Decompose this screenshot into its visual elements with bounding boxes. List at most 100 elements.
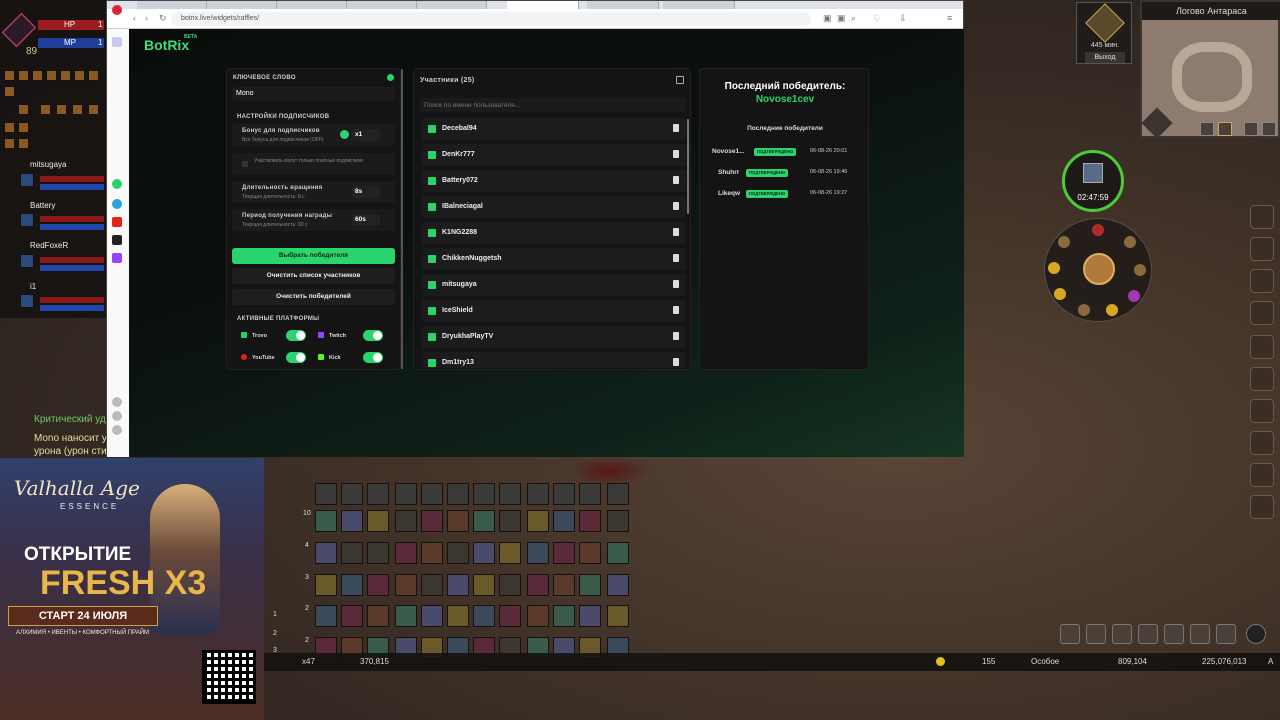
skill-slot-icon[interactable] (367, 542, 389, 564)
hotbar-page-number[interactable]: 1 (273, 611, 277, 618)
player-portrait[interactable] (1, 12, 37, 48)
trash-icon[interactable] (673, 228, 679, 236)
skill-slot-icon[interactable] (579, 605, 601, 627)
wheel-slot-icon[interactable] (1127, 289, 1141, 303)
menu-icon[interactable] (1250, 335, 1274, 359)
hotbar-toolbar-icon[interactable] (473, 483, 495, 505)
promo-banner[interactable]: Valhalla Age ESSENCE ОТКРЫТИЕ FRESH X3 С… (0, 458, 264, 720)
home-icon[interactable] (112, 37, 122, 47)
participant-row[interactable]: Decebal94 (422, 118, 686, 140)
browser-tab[interactable] (417, 1, 487, 9)
skill-slot-icon[interactable] (367, 510, 389, 532)
exit-button[interactable]: Выход (1085, 52, 1125, 63)
heart-icon[interactable]: ♡ (873, 13, 881, 24)
event-timer[interactable]: 02:47:59 (1062, 150, 1124, 212)
menu-icon[interactable] (1250, 463, 1274, 487)
browser-tab[interactable] (507, 1, 579, 9)
participant-search-input[interactable] (420, 98, 686, 112)
skill-slot-icon[interactable] (315, 510, 337, 532)
skill-slot-icon[interactable] (499, 605, 521, 627)
hotbar-toolbar-icon[interactable] (315, 483, 337, 505)
party-member-name[interactable]: i1 (30, 282, 36, 291)
skill-slot-icon[interactable] (473, 510, 495, 532)
skill-slot-icon[interactable] (447, 510, 469, 532)
skill-slot-icon[interactable] (341, 605, 363, 627)
skill-slot-icon[interactable] (395, 542, 417, 564)
paid-only-checkbox[interactable] (242, 161, 248, 167)
menu-icon[interactable] (1250, 367, 1274, 391)
skill-slot-icon[interactable] (421, 542, 443, 564)
trash-icon[interactable] (673, 202, 679, 210)
sidebar-app-icon[interactable] (112, 179, 122, 189)
skill-slot-icon[interactable] (499, 574, 521, 596)
menu-icon[interactable] (1060, 624, 1080, 644)
skill-slot-icon[interactable] (499, 542, 521, 564)
wheel-center-icon[interactable] (1083, 253, 1115, 285)
trash-icon[interactable] (673, 176, 679, 184)
trash-icon[interactable] (673, 306, 679, 314)
minimap[interactable]: Логово Антараса (1140, 0, 1280, 139)
download-icon[interactable]: ⇩ (899, 13, 907, 24)
skill-slot-icon[interactable] (315, 542, 337, 564)
browser-tab[interactable] (137, 1, 207, 9)
menu-icon[interactable] (1250, 205, 1274, 229)
browser-tab[interactable] (207, 1, 277, 9)
minimap-close-icon[interactable] (1218, 122, 1232, 136)
skill-slot-icon[interactable] (527, 574, 549, 596)
skill-slot-icon[interactable] (447, 542, 469, 564)
skill-slot-icon[interactable] (553, 542, 575, 564)
wheel-slot-icon[interactable] (1123, 235, 1137, 249)
keyword-input[interactable]: Mono (232, 87, 395, 101)
hotbar-toolbar-icon[interactable] (421, 483, 443, 505)
participant-row[interactable]: K1NG2288 (422, 222, 686, 244)
browser-tab[interactable] (587, 1, 659, 9)
minimap-zoom-icon[interactable] (1200, 122, 1214, 136)
settings-scrollbar[interactable] (401, 69, 403, 369)
trash-icon[interactable] (673, 150, 679, 158)
skill-slot-icon[interactable] (527, 605, 549, 627)
clear-participants-button[interactable]: Очистить список участников (232, 268, 395, 284)
hotbar-page-number[interactable]: 2 (273, 630, 277, 637)
twitch-icon[interactable] (112, 253, 122, 263)
brand-logo[interactable]: BotRix (144, 37, 189, 53)
skill-slot-icon[interactable] (421, 605, 443, 627)
skill-slot-icon[interactable] (473, 542, 495, 564)
clear-winners-button[interactable]: Очистить победителей (232, 289, 395, 305)
minimap-compass-icon[interactable] (1141, 107, 1173, 139)
reload-icon[interactable]: ↻ (159, 13, 167, 24)
discord-icon[interactable] (112, 235, 122, 245)
skill-slot-icon[interactable] (395, 574, 417, 596)
period-select[interactable]: 60s (352, 214, 380, 226)
bonus-info-icon[interactable] (340, 130, 349, 139)
skill-slot-icon[interactable] (607, 574, 629, 596)
hotbar-toolbar-icon[interactable] (579, 483, 601, 505)
skill-slot-icon[interactable] (341, 542, 363, 564)
extension-icon[interactable]: ▣ (823, 13, 832, 24)
menu-icon[interactable] (1086, 624, 1106, 644)
hotbar-toolbar-icon[interactable] (447, 483, 469, 505)
participant-row[interactable]: IceShield (422, 300, 686, 322)
skill-slot-icon[interactable] (473, 574, 495, 596)
kick-toggle[interactable] (363, 352, 383, 363)
skill-slot-icon[interactable] (579, 510, 601, 532)
menu-icon[interactable] (1250, 301, 1274, 325)
menu-icon[interactable] (1250, 237, 1274, 261)
skill-slot-icon[interactable] (367, 574, 389, 596)
party-member-name[interactable]: Battery (30, 201, 55, 210)
bonus-select[interactable]: x1 (352, 129, 380, 141)
back-icon[interactable]: ‹ (133, 13, 136, 23)
browser-tab[interactable] (347, 1, 417, 9)
skill-slot-icon[interactable] (315, 605, 337, 627)
hotbar-toolbar-icon[interactable] (395, 483, 417, 505)
hotbar-toolbar-icon[interactable] (341, 483, 363, 505)
skill-slot-icon[interactable] (447, 574, 469, 596)
skill-slot-icon[interactable] (395, 605, 417, 627)
pick-winner-button[interactable]: Выбрать победителя (232, 248, 395, 264)
skill-slot-icon[interactable] (315, 574, 337, 596)
skill-slot-icon[interactable] (473, 605, 495, 627)
skill-slot-icon[interactable] (553, 510, 575, 532)
trash-icon[interactable] (673, 124, 679, 132)
wheel-slot-icon[interactable] (1091, 223, 1105, 237)
hotbar-toolbar-icon[interactable] (367, 483, 389, 505)
wheel-slot-icon[interactable] (1133, 263, 1147, 277)
